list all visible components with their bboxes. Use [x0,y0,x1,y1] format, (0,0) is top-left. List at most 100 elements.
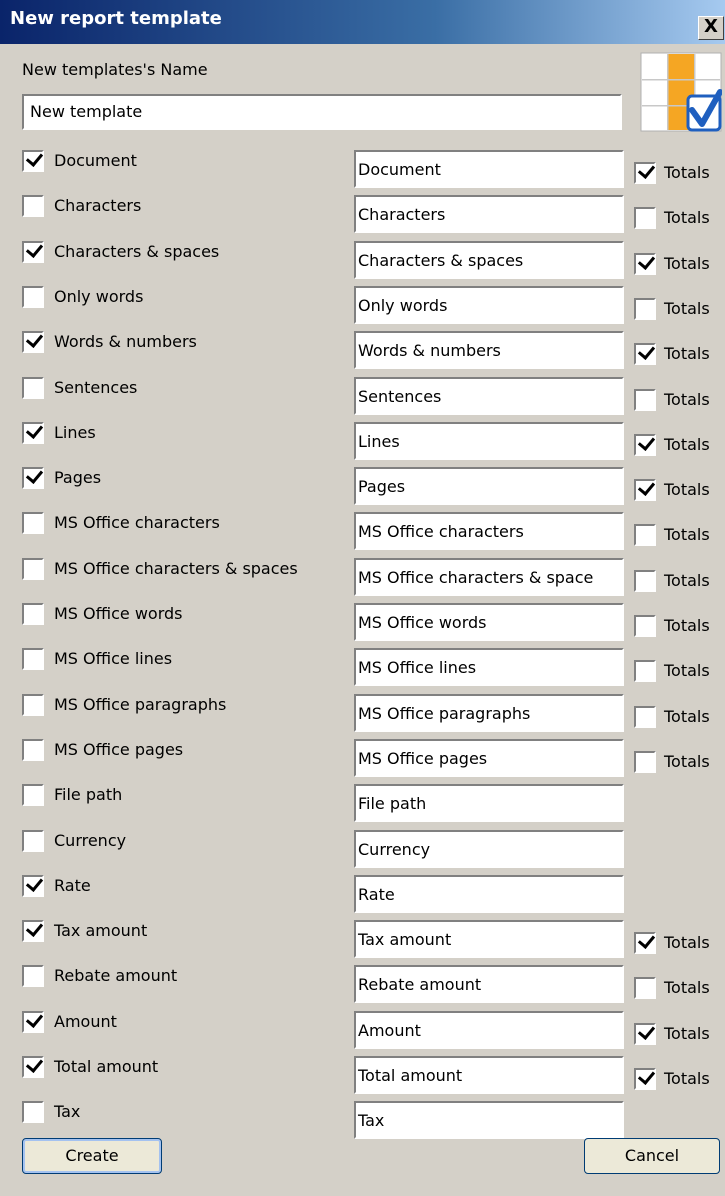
field-caption-input[interactable]: File path [354,784,624,822]
field-checkbox[interactable] [22,1101,44,1123]
totals-label[interactable]: Totals [664,1068,710,1090]
field-caption-input[interactable]: Sentences [354,377,624,415]
totals-checkbox[interactable] [634,389,656,411]
totals-checkbox[interactable] [634,931,656,954]
totals-checkbox[interactable] [634,570,656,592]
field-checkbox[interactable] [22,965,44,987]
field-checkbox[interactable] [22,919,44,942]
totals-checkbox[interactable] [634,524,656,546]
field-caption-input[interactable]: Only words [354,286,624,324]
totals-label[interactable]: Totals [664,207,710,229]
totals-label[interactable]: Totals [664,389,710,411]
totals-label[interactable]: Totals [664,479,710,501]
totals-label[interactable]: Totals [664,253,710,275]
field-checkbox-label[interactable]: Total amount [54,1056,158,1078]
field-checkbox-label[interactable]: Lines [54,422,96,444]
field-checkbox-label[interactable]: Currency [54,830,126,852]
field-caption-input[interactable]: Words & numbers [354,331,624,369]
field-caption-input[interactable]: MS Office paragraphs [354,694,624,732]
field-caption-input[interactable]: Lines [354,422,624,460]
field-checkbox-label[interactable]: Amount [54,1011,117,1033]
totals-checkbox[interactable] [634,433,656,456]
field-checkbox[interactable] [22,558,44,580]
totals-checkbox[interactable] [634,298,656,320]
totals-checkbox[interactable] [634,660,656,682]
totals-label[interactable]: Totals [664,706,710,728]
field-caption-input[interactable]: Total amount [354,1056,624,1094]
totals-label[interactable]: Totals [664,615,710,637]
field-checkbox-label[interactable]: Tax [54,1101,80,1123]
template-name-input[interactable]: New template [22,94,622,130]
field-checkbox[interactable] [22,830,44,852]
field-checkbox-label[interactable]: MS Office words [54,603,183,625]
field-checkbox-label[interactable]: Pages [54,467,101,489]
field-caption-input[interactable]: MS Office lines [354,648,624,686]
field-caption-input[interactable]: MS Office characters & space [354,558,624,596]
field-checkbox[interactable] [22,694,44,716]
title-bar[interactable]: New report template X [0,0,725,44]
field-caption-input[interactable]: Document [354,150,624,188]
field-caption-input[interactable]: Rebate amount [354,965,624,1003]
totals-label[interactable]: Totals [664,932,710,954]
field-checkbox[interactable] [22,648,44,670]
totals-label[interactable]: Totals [664,343,710,365]
totals-checkbox[interactable] [634,252,656,275]
field-caption-input[interactable]: MS Office words [354,603,624,641]
totals-label[interactable]: Totals [664,1023,710,1045]
field-checkbox-label[interactable]: MS Office lines [54,648,172,670]
totals-label[interactable]: Totals [664,977,710,999]
field-checkbox-label[interactable]: Rate [54,875,91,897]
field-checkbox[interactable] [22,240,44,263]
totals-label[interactable]: Totals [664,570,710,592]
totals-checkbox[interactable] [634,751,656,773]
totals-checkbox[interactable] [634,207,656,229]
field-checkbox[interactable] [22,603,44,625]
totals-checkbox[interactable] [634,1067,656,1090]
field-checkbox-label[interactable]: Rebate amount [54,965,177,987]
field-checkbox-label[interactable]: Sentences [54,377,137,399]
close-button[interactable]: X [698,16,724,40]
totals-checkbox[interactable] [634,1022,656,1045]
field-checkbox-label[interactable]: Words & numbers [54,331,197,353]
totals-checkbox[interactable] [634,342,656,365]
field-checkbox[interactable] [22,512,44,534]
field-checkbox-label[interactable]: MS Office paragraphs [54,694,226,716]
totals-checkbox[interactable] [634,706,656,728]
field-checkbox[interactable] [22,421,44,444]
totals-label[interactable]: Totals [664,298,710,320]
field-checkbox-label[interactable]: File path [54,784,122,806]
totals-checkbox[interactable] [634,615,656,637]
field-caption-input[interactable]: Characters & spaces [354,241,624,279]
totals-label[interactable]: Totals [664,751,710,773]
field-checkbox[interactable] [22,286,44,308]
field-checkbox[interactable] [22,874,44,897]
totals-checkbox[interactable] [634,161,656,184]
field-checkbox-label[interactable]: Only words [54,286,143,308]
field-caption-input[interactable]: Tax [354,1101,624,1139]
field-checkbox[interactable] [22,739,44,761]
field-checkbox[interactable] [22,195,44,217]
field-checkbox[interactable] [22,466,44,489]
field-checkbox-label[interactable]: MS Office characters & spaces [54,558,298,580]
field-checkbox[interactable] [22,784,44,806]
field-checkbox-label[interactable]: Document [54,150,137,172]
field-checkbox-label[interactable]: Tax amount [54,920,147,942]
create-button[interactable]: Create [22,1138,162,1174]
totals-label[interactable]: Totals [664,524,710,546]
field-caption-input[interactable]: MS Office pages [354,739,624,777]
field-checkbox[interactable] [22,330,44,353]
field-checkbox[interactable] [22,377,44,399]
cancel-button[interactable]: Cancel [584,1138,720,1174]
field-checkbox-label[interactable]: MS Office characters [54,512,220,534]
field-caption-input[interactable]: Characters [354,195,624,233]
field-checkbox[interactable] [22,149,44,172]
totals-label[interactable]: Totals [664,660,710,682]
totals-label[interactable]: Totals [664,434,710,456]
field-checkbox[interactable] [22,1010,44,1033]
totals-checkbox[interactable] [634,478,656,501]
field-caption-input[interactable]: MS Office characters [354,512,624,550]
field-checkbox-label[interactable]: MS Office pages [54,739,183,761]
field-checkbox-label[interactable]: Characters & spaces [54,241,219,263]
field-caption-input[interactable]: Amount [354,1011,624,1049]
field-caption-input[interactable]: Rate [354,875,624,913]
